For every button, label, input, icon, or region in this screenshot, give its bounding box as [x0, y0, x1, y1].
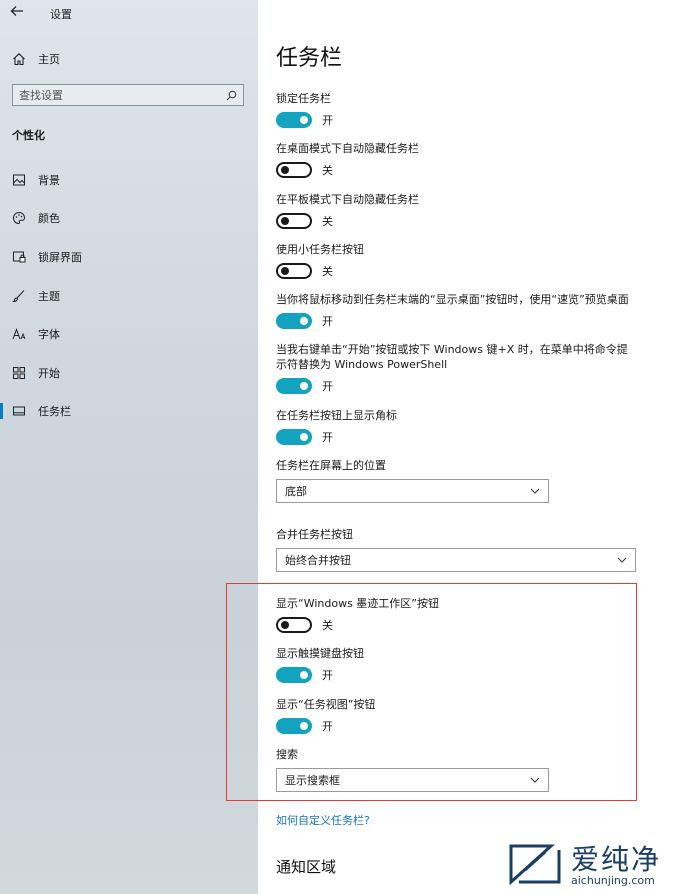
- autohide-tablet-toggle[interactable]: [276, 213, 312, 229]
- powershell-toggle[interactable]: [276, 378, 312, 394]
- setting-badges: 在任务栏按钮上显示角标 开: [276, 408, 397, 445]
- combine-dropdown[interactable]: 始终合并按钮: [276, 548, 636, 572]
- setting-label: 在桌面模式下自动隐藏任务栏: [276, 142, 419, 155]
- home-label: 主页: [38, 53, 60, 66]
- dropdown-value: 始终合并按钮: [285, 554, 351, 567]
- small-buttons-toggle[interactable]: [276, 263, 312, 279]
- search-box[interactable]: [12, 84, 244, 106]
- setting-label: 任务栏在屏幕上的位置: [276, 459, 386, 472]
- sidebar-item-lock-screen[interactable]: 锁屏界面: [0, 246, 258, 268]
- dropdown-value: 底部: [285, 485, 307, 498]
- sidebar: 设置 主页 个性化 背景 颜色 锁屏界面 主题 字体 开始 任务栏: [0, 0, 258, 894]
- back-arrow-icon: [10, 6, 23, 16]
- palette-icon: [12, 211, 26, 225]
- setting-autohide-desktop: 在桌面模式下自动隐藏任务栏 关: [276, 141, 419, 178]
- sidebar-item-label: 颜色: [38, 212, 60, 225]
- search-icon: [226, 90, 237, 100]
- toggle-state: 关: [322, 265, 333, 278]
- toggle-state: 开: [322, 114, 333, 127]
- badges-toggle[interactable]: [276, 429, 312, 445]
- setting-label: 在任务栏按钮上显示角标: [276, 409, 397, 422]
- setting-powershell: 当我右键单击“开始”按钮或按下 Windows 键+X 时，在菜单中将命令提示符…: [276, 342, 638, 394]
- home-icon: [13, 53, 25, 66]
- sidebar-item-taskbar[interactable]: 任务栏: [0, 400, 258, 422]
- sidebar-item-background[interactable]: 背景: [0, 169, 258, 191]
- toggle-state: 开: [322, 380, 333, 393]
- watermark-logo-icon: [509, 844, 561, 886]
- title-bar: 设置: [0, 0, 258, 26]
- search-input[interactable]: [19, 88, 209, 102]
- sidebar-item-start[interactable]: 开始: [0, 362, 258, 384]
- page-title: 任务栏: [276, 46, 343, 71]
- sidebar-home[interactable]: 主页: [12, 50, 60, 68]
- toggle-state: 开: [322, 431, 333, 444]
- setting-combine: 合并任务栏按钮 始终合并按钮: [276, 527, 636, 572]
- notification-area-heading: 通知区域: [276, 858, 337, 876]
- sidebar-item-label: 背景: [38, 174, 60, 187]
- lock-screen-icon: [13, 251, 26, 263]
- sidebar-item-label: 锁屏界面: [38, 251, 82, 264]
- sidebar-item-label: 开始: [38, 367, 60, 380]
- highlight-box: [226, 583, 637, 801]
- font-icon: [12, 328, 26, 340]
- position-dropdown[interactable]: 底部: [276, 479, 549, 503]
- setting-label: 合并任务栏按钮: [276, 528, 353, 541]
- sidebar-item-colors[interactable]: 颜色: [0, 207, 258, 229]
- setting-lock-taskbar: 锁定任务栏 开: [276, 91, 333, 128]
- image-icon: [13, 174, 25, 186]
- setting-position: 任务栏在屏幕上的位置 底部: [276, 458, 549, 503]
- setting-small-buttons: 使用小任务栏按钮 关: [276, 242, 364, 279]
- chevron-down-icon: [530, 488, 540, 494]
- watermark-text: 爱纯净: [571, 843, 662, 876]
- chevron-down-icon: [617, 557, 627, 563]
- customize-taskbar-link[interactable]: 如何自定义任务栏?: [276, 812, 370, 828]
- toggle-state: 开: [322, 315, 333, 328]
- setting-label: 使用小任务栏按钮: [276, 243, 364, 256]
- sidebar-item-fonts[interactable]: 字体: [0, 323, 258, 345]
- brush-icon: [12, 290, 25, 303]
- section-label: 个性化: [12, 129, 45, 142]
- start-icon: [13, 367, 25, 379]
- peek-toggle[interactable]: [276, 313, 312, 329]
- sidebar-item-themes[interactable]: 主题: [0, 285, 258, 307]
- setting-label: 锁定任务栏: [276, 92, 331, 105]
- toggle-state: 关: [322, 164, 333, 177]
- setting-label: 在平板模式下自动隐藏任务栏: [276, 193, 419, 206]
- sidebar-item-label: 主题: [38, 290, 60, 303]
- back-button[interactable]: [8, 4, 26, 22]
- setting-label: 当你将鼠标移动到任务栏末端的“显示桌面”按钮时，使用“速览”预览桌面: [276, 293, 629, 306]
- setting-autohide-tablet: 在平板模式下自动隐藏任务栏 关: [276, 192, 419, 229]
- app-title: 设置: [50, 8, 72, 21]
- autohide-desktop-toggle[interactable]: [276, 162, 312, 178]
- taskbar-icon: [13, 406, 25, 416]
- watermark: 爱纯净 aichunjing.com: [505, 836, 695, 892]
- sidebar-item-label: 字体: [38, 328, 60, 341]
- watermark-url: aichunjing.com: [571, 874, 655, 887]
- toggle-state: 关: [322, 215, 333, 228]
- setting-label: 当我右键单击“开始”按钮或按下 Windows 键+X 时，在菜单中将命令提示符…: [276, 343, 628, 371]
- setting-peek: 当你将鼠标移动到任务栏末端的“显示桌面”按钮时，使用“速览”预览桌面 开: [276, 292, 646, 329]
- sidebar-item-label: 任务栏: [38, 405, 71, 418]
- lock-taskbar-toggle[interactable]: [276, 112, 312, 128]
